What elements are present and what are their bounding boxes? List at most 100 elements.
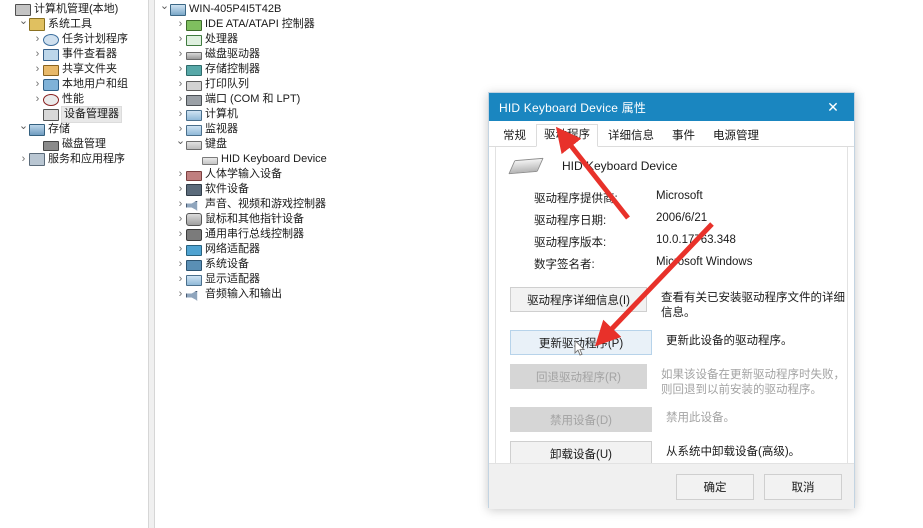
device-manager-tree-panel[interactable]: WIN-405P4I5T42B IDE ATA/ATAPI 控制器处理器磁盘驱动器… (155, 0, 485, 528)
console-tree-item[interactable]: 磁盘管理 (0, 137, 148, 152)
device-tree-label: 音频输入和输出 (205, 288, 282, 300)
chevron-right-icon[interactable] (175, 77, 186, 92)
chevron-right-icon[interactable] (175, 227, 186, 242)
console-tree-item[interactable]: 事件查看器 (0, 47, 148, 62)
device-tree-item[interactable]: 键盘 (155, 137, 485, 152)
device-tree-item[interactable]: IDE ATA/ATAPI 控制器 (155, 17, 485, 32)
chevron-right-icon[interactable] (32, 47, 43, 62)
chevron-right-icon[interactable] (175, 32, 186, 47)
console-tree-item[interactable]: 系统工具 (0, 17, 148, 32)
system-icon (186, 259, 202, 271)
dialog-titlebar: HID Keyboard Device 属性 ✕ (489, 93, 854, 121)
dialog-tabstrip[interactable]: 常规 驱动程序 详细信息 事件 电源管理 (489, 121, 854, 147)
console-tree-item[interactable]: 服务和应用程序 (0, 152, 148, 167)
tab-2[interactable]: 驱动程序 (536, 124, 598, 147)
device-header: HID Keyboard Device (496, 147, 847, 175)
device-tree-item[interactable]: 计算机 (155, 107, 485, 122)
panel-splitter[interactable] (148, 0, 155, 528)
chevron-right-icon[interactable] (175, 62, 186, 77)
hid-icon (186, 170, 202, 181)
property-value: 10.0.17763.348 (656, 234, 736, 246)
console-tree-item[interactable]: 存储 (0, 122, 148, 137)
software-icon (186, 184, 202, 196)
tab-1[interactable]: 常规 (495, 125, 534, 147)
device-tree-label: 通用串行总线控制器 (205, 228, 304, 240)
device-tree-item[interactable]: 磁盘驱动器 (155, 47, 485, 62)
device-tree-item[interactable]: 显示适配器 (155, 272, 485, 287)
clock-icon (43, 34, 59, 46)
tab-3[interactable]: 详细信息 (600, 125, 662, 147)
console-tree-item[interactable]: 本地用户和组 (0, 77, 148, 92)
close-icon[interactable]: ✕ (812, 93, 854, 121)
device-tree-item[interactable]: 存储控制器 (155, 62, 485, 77)
device-tree-item[interactable]: 系统设备 (155, 257, 485, 272)
chevron-right-icon[interactable] (175, 107, 186, 122)
chevron-right-icon[interactable] (175, 287, 186, 302)
device-tree-item[interactable]: 人体学输入设备 (155, 167, 485, 182)
mouse-icon (186, 213, 202, 226)
dialog-footer: 确定 取消 (489, 463, 854, 509)
devmgr-icon (43, 109, 59, 121)
driver-action-row: 禁用设备(D) 禁用此设备。 (496, 407, 847, 432)
sound-icon (186, 200, 198, 211)
cancel-button[interactable]: 取消 (764, 473, 842, 500)
chevron-right-icon[interactable] (175, 212, 186, 227)
device-tree-item[interactable]: 端口 (COM 和 LPT) (155, 92, 485, 107)
chevron-right-icon[interactable] (175, 92, 186, 107)
device-tree-label: 计算机 (205, 108, 238, 120)
chevron-right-icon[interactable] (32, 77, 43, 92)
console-tree-label: 任务计划程序 (62, 33, 128, 45)
chevron-down-icon[interactable] (18, 122, 29, 137)
chevron-right-icon[interactable] (18, 152, 29, 167)
property-key: 数字签名者: (534, 259, 595, 271)
chevron-right-icon[interactable] (175, 272, 186, 287)
device-tree-item[interactable]: WIN-405P4I5T42B (155, 2, 485, 17)
device-tree-item[interactable]: 声音、视频和游戏控制器 (155, 197, 485, 212)
tab-5[interactable]: 电源管理 (705, 125, 767, 147)
chevron-right-icon[interactable] (175, 197, 186, 212)
device-tree-item[interactable]: 鼠标和其他指针设备 (155, 212, 485, 227)
chevron-right-icon[interactable] (32, 32, 43, 47)
chevron-right-icon[interactable] (175, 17, 186, 32)
device-tree-label: 声音、视频和游戏控制器 (205, 198, 326, 210)
chevron-right-icon[interactable] (175, 182, 186, 197)
device-tree-item[interactable]: 监视器 (155, 122, 485, 137)
audio-icon (186, 290, 198, 301)
driver-action-description: 从系统中卸载设备(高级)。 (666, 446, 801, 458)
chevron-down-icon[interactable] (175, 137, 186, 152)
console-tree-item[interactable]: 任务计划程序 (0, 32, 148, 47)
device-tree-label: 人体学输入设备 (205, 168, 282, 180)
chevron-right-icon[interactable] (175, 242, 186, 257)
console-tree-item[interactable]: 性能 (0, 92, 148, 107)
device-tree-item[interactable]: 音频输入和输出 (155, 287, 485, 302)
dialog-title: HID Keyboard Device 属性 (499, 100, 647, 115)
port-icon (186, 94, 202, 106)
driver-action-description: 如果该设备在更新驱动程序时失败，则回退到以前安装的驱动程序。 (661, 369, 845, 396)
chevron-right-icon[interactable] (175, 257, 186, 272)
share-icon (43, 64, 59, 76)
console-tree-label: 共享文件夹 (62, 63, 117, 75)
device-tree-label: 键盘 (205, 138, 227, 150)
device-tree-item[interactable]: 处理器 (155, 32, 485, 47)
device-tree-item[interactable]: 网络适配器 (155, 242, 485, 257)
computer-root-icon (170, 4, 186, 16)
ok-button[interactable]: 确定 (676, 473, 754, 500)
console-tree-panel[interactable]: 计算机管理(本地) 系统工具任务计划程序事件查看器共享文件夹本地用户和组性能设备管… (0, 0, 148, 528)
chevron-down-icon[interactable] (18, 17, 29, 32)
chevron-right-icon[interactable] (32, 62, 43, 77)
device-tree-item[interactable]: 打印队列 (155, 77, 485, 92)
driver-action-row: 回退驱动程序(R) 如果该设备在更新驱动程序时失败，则回退到以前安装的驱动程序。 (496, 364, 847, 398)
driver-action-button-1[interactable]: 驱动程序详细信息(I) (510, 287, 647, 312)
console-tree-label: 存储 (48, 123, 70, 135)
chevron-right-icon[interactable] (175, 47, 186, 62)
chevron-down-icon[interactable] (159, 2, 170, 17)
console-tree-item[interactable]: 共享文件夹 (0, 62, 148, 77)
driver-action-button-2[interactable]: 更新驱动程序(P) (510, 330, 652, 355)
device-tree-item[interactable]: 软件设备 (155, 182, 485, 197)
tab-4[interactable]: 事件 (664, 125, 703, 147)
chevron-right-icon[interactable] (175, 167, 186, 182)
device-tree-item[interactable]: 通用串行总线控制器 (155, 227, 485, 242)
device-tree-label: 显示适配器 (205, 273, 260, 285)
chevron-right-icon[interactable] (32, 92, 43, 107)
device-tree-item[interactable]: HID Keyboard Device (155, 152, 485, 167)
